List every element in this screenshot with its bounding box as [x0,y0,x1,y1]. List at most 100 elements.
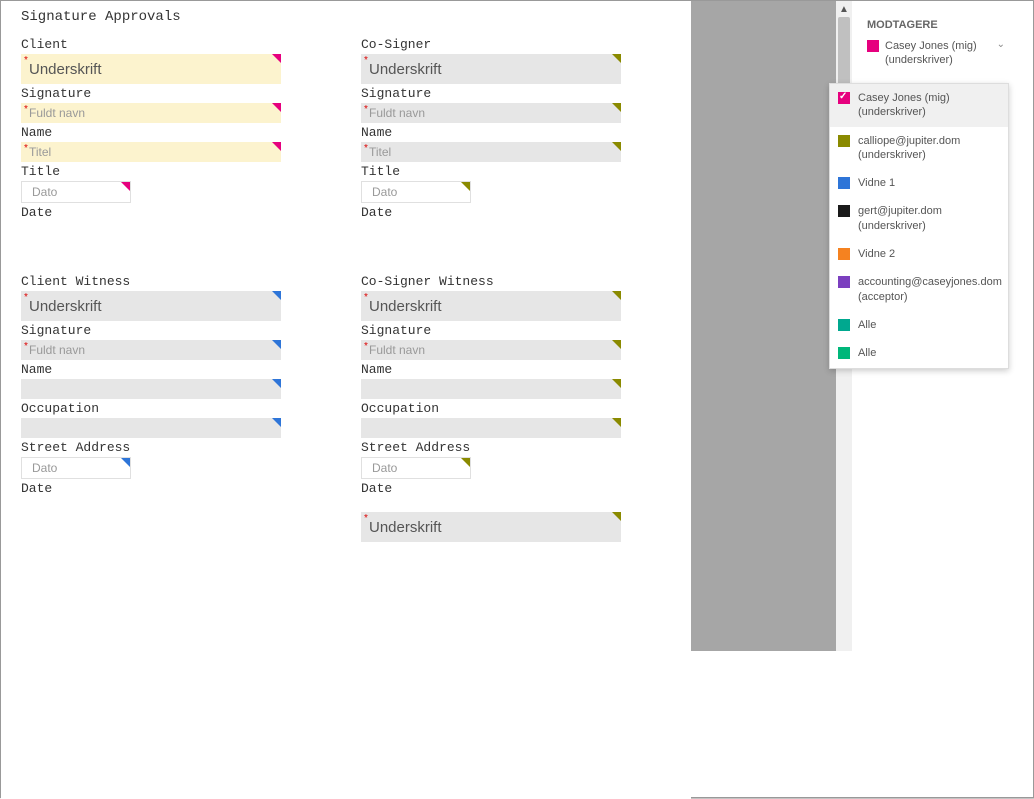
recipient-option-label: Alle [858,318,1000,332]
cosigner-header: Co-Signer [361,37,621,52]
recipient-label: Casey Jones (mig)(underskriver) [885,39,993,68]
recipient-option[interactable]: accounting@caseyjones.dom(acceptor) [830,268,1008,311]
tag-corner-icon [612,340,621,349]
recipient-option[interactable]: Alle [830,311,1008,339]
date-label: Date [21,205,281,220]
cw-signature-field[interactable]: * Underskrift [21,291,281,321]
recipient-option-label: Casey Jones (mig)(underskriver) [858,91,1000,120]
signature-label: Signature [361,323,621,338]
cw-name-field[interactable]: * Fuldt navn [21,340,281,360]
client-title-field[interactable]: * Titel [21,142,281,162]
required-icon: * [364,513,368,524]
client-header: Client [21,37,281,52]
color-swatch-icon [867,40,879,52]
cw-occupation-field[interactable] [21,379,281,399]
scroll-up-icon[interactable]: ▲ [836,1,852,17]
client-witness-header: Client Witness [21,274,281,289]
required-icon: * [24,143,28,154]
tag-corner-icon [272,340,281,349]
client-name-field[interactable]: * Fuldt navn [21,103,281,123]
color-swatch-icon [838,135,850,147]
csw-name-field[interactable]: * Fuldt navn [361,340,621,360]
cosigner-witness-header: Co-Signer Witness [361,274,621,289]
tag-corner-icon [272,418,281,427]
cw-address-field[interactable] [21,418,281,438]
date-label: Date [21,481,281,496]
client-signature-field[interactable]: * Underskrift [21,54,281,84]
csw-signature-field[interactable]: * Underskrift [361,291,621,321]
form-title: Signature Approvals [21,9,671,25]
tag-corner-icon [272,103,281,112]
cw-date-field[interactable]: Dato [21,457,131,479]
tag-corner-icon [121,458,130,467]
required-icon: * [364,292,368,303]
date-label: Date [361,205,621,220]
required-icon: * [364,104,368,115]
recipient-option-label: accounting@caseyjones.dom(acceptor) [858,275,1002,304]
required-icon: * [24,104,28,115]
tag-corner-icon [612,418,621,427]
tag-corner-icon [461,458,470,467]
recipients-panel: MODTAGERE Casey Jones (mig)(underskriver… [861,1,1011,81]
recipient-option[interactable]: Vidne 2 [830,240,1008,268]
cosigner-title-field[interactable]: * Titel [361,142,621,162]
csw-extra-signature-field[interactable]: * Underskrift [361,512,621,542]
tag-corner-icon [272,291,281,300]
tag-corner-icon [612,54,621,63]
side-gap [691,1,836,651]
required-icon: * [24,292,28,303]
chevron-down-icon: ⌄ [997,39,1005,50]
name-label: Name [361,362,621,377]
csw-date-field[interactable]: Dato [361,457,471,479]
color-swatch-icon [838,92,850,104]
document-canvas: Signature Approvals Client * Underskrift… [1,1,691,799]
signature-label: Signature [361,86,621,101]
cosigner-column: Co-Signer * Underskrift Signature * Fuld… [361,35,621,222]
cosigner-signature-field[interactable]: * Underskrift [361,54,621,84]
address-label: Street Address [21,440,281,455]
required-icon: * [24,341,28,352]
name-label: Name [361,125,621,140]
color-swatch-icon [838,248,850,260]
address-label: Street Address [361,440,621,455]
recipient-option-label: gert@jupiter.dom(underskriver) [858,204,1000,233]
signature-label: Signature [21,86,281,101]
recipient-option[interactable]: Casey Jones (mig)(underskriver) [830,84,1008,127]
client-date-field[interactable]: Dato [21,181,131,203]
occupation-label: Occupation [21,401,281,416]
cosigner-witness-column: Co-Signer Witness * Underskrift Signatur… [361,272,621,544]
current-recipient[interactable]: Casey Jones (mig)(underskriver) ⌄ [861,35,1011,72]
color-swatch-icon [838,177,850,189]
recipient-option-label: calliope@jupiter.dom(underskriver) [858,134,1000,163]
tag-corner-icon [461,182,470,191]
cosigner-date-field[interactable]: Dato [361,181,471,203]
color-swatch-icon [838,347,850,359]
client-column: Client * Underskrift Signature * Fuldt n… [21,35,281,222]
title-label: Title [361,164,621,179]
tag-corner-icon [612,142,621,151]
recipient-option[interactable]: gert@jupiter.dom(underskriver) [830,197,1008,240]
csw-address-field[interactable] [361,418,621,438]
tag-corner-icon [612,103,621,112]
recipient-option-label: Vidne 2 [858,247,1000,261]
recipient-option[interactable]: Vidne 1 [830,169,1008,197]
color-swatch-icon [838,319,850,331]
color-swatch-icon [838,205,850,217]
recipient-option[interactable]: Alle [830,339,1008,367]
required-icon: * [364,55,368,66]
required-icon: * [364,341,368,352]
csw-occupation-field[interactable] [361,379,621,399]
tag-corner-icon [612,379,621,388]
date-label: Date [361,481,621,496]
occupation-label: Occupation [361,401,621,416]
required-icon: * [364,143,368,154]
recipients-dropdown: Casey Jones (mig)(underskriver) calliope@… [829,83,1009,369]
recipient-option-label: Alle [858,346,1000,360]
name-label: Name [21,125,281,140]
color-swatch-icon [838,276,850,288]
tag-corner-icon [612,512,621,521]
tag-corner-icon [272,54,281,63]
recipient-option[interactable]: calliope@jupiter.dom(underskriver) [830,127,1008,170]
cosigner-name-field[interactable]: * Fuldt navn [361,103,621,123]
required-icon: * [24,55,28,66]
